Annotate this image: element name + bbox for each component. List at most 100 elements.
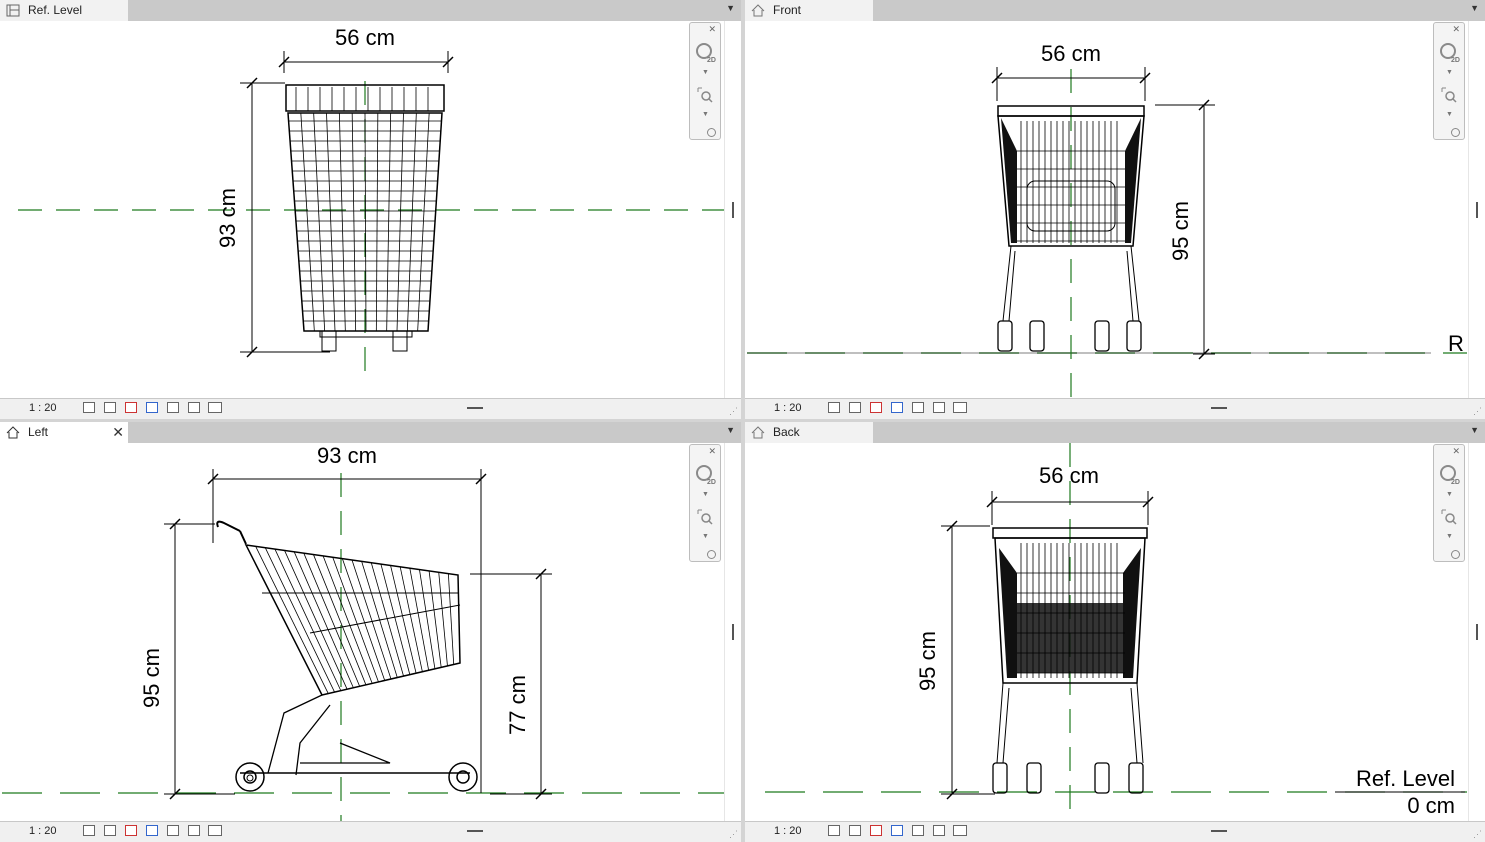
crop-view-icon[interactable] [912, 825, 924, 836]
close-icon[interactable]: ✕ [1452, 446, 1460, 457]
crop-view-icon[interactable] [912, 402, 924, 413]
minimize-icon[interactable] [1451, 128, 1460, 137]
horizontal-scroll-thumb[interactable] [1211, 407, 1227, 409]
close-icon[interactable]: ✕ [708, 24, 716, 35]
2d-badge: 2D [707, 479, 716, 486]
drawing-canvas[interactable]: 56 cm 95 cm R [745, 21, 1485, 399]
dimension-basket-height: 77 cm [505, 675, 530, 735]
chevron-down-icon[interactable]: ▼ [702, 111, 709, 118]
chevron-down-icon[interactable]: ▼ [702, 491, 709, 498]
tab-ref-level[interactable]: Ref. Level [0, 0, 128, 21]
detail-level-icon[interactable] [83, 402, 95, 413]
horizontal-scroll-thumb[interactable] [467, 407, 483, 409]
temporary-hide-icon[interactable] [208, 825, 222, 836]
2d-badge: 2D [707, 57, 716, 64]
minimize-icon[interactable] [1451, 550, 1460, 559]
scroll-thumb[interactable] [732, 624, 734, 640]
close-tab-icon[interactable]: ✕ [112, 422, 124, 443]
elevation-view-icon [6, 426, 20, 439]
detail-level-icon[interactable] [828, 402, 840, 413]
tab-bar: Ref. Level ▼ [0, 0, 741, 22]
tab-menu-icon[interactable]: ▼ [726, 3, 735, 13]
plan-view-icon [6, 4, 20, 17]
tab-label: Front [773, 3, 802, 17]
crop-view-icon[interactable] [167, 402, 179, 413]
resize-grip-icon[interactable]: ⋰ [1473, 406, 1482, 417]
chevron-down-icon[interactable]: ▼ [1446, 111, 1453, 118]
plan-drawing: 56 cm 93 cm [18, 25, 725, 381]
navigation-bar[interactable]: ✕ 2D ▼ ▼ [689, 444, 721, 562]
visual-style-icon[interactable] [849, 825, 861, 836]
chevron-down-icon[interactable]: ▼ [702, 533, 709, 540]
vertical-scrollbar[interactable] [1468, 21, 1485, 399]
drawing-canvas[interactable]: 56 cm 95 cm Ref. Level 0 cm [745, 443, 1485, 822]
show-crop-icon[interactable] [933, 825, 945, 836]
view-scale[interactable]: 1 : 20 [774, 402, 802, 414]
shadows-icon[interactable] [146, 402, 158, 413]
dimension-length: 93 cm [317, 443, 377, 468]
horizontal-scroll-thumb[interactable] [467, 830, 483, 832]
scroll-thumb[interactable] [732, 202, 734, 218]
crop-view-icon[interactable] [167, 825, 179, 836]
chevron-down-icon[interactable]: ▼ [1446, 69, 1453, 76]
tab-left[interactable]: Left ✕ [0, 422, 128, 443]
visual-style-icon[interactable] [849, 402, 861, 413]
detail-level-icon[interactable] [828, 825, 840, 836]
dimension-width: 56 cm [1041, 41, 1101, 66]
show-crop-icon[interactable] [188, 402, 200, 413]
view-control-bar: 1 : 20 ⋰ [745, 821, 1485, 842]
chevron-down-icon[interactable]: ▼ [702, 69, 709, 76]
sun-path-icon[interactable] [125, 825, 137, 836]
drawing-canvas[interactable]: 93 cm 95 cm 77 cm [0, 443, 741, 822]
drawing-canvas[interactable]: 56 cm 93 cm [0, 21, 741, 399]
vertical-scrollbar[interactable] [1468, 443, 1485, 822]
scroll-thumb[interactable] [1476, 624, 1478, 640]
navigation-bar[interactable]: ✕ 2D ▼ ▼ [689, 22, 721, 140]
temporary-hide-icon[interactable] [208, 402, 222, 413]
horizontal-scroll-thumb[interactable] [1211, 830, 1227, 832]
close-icon[interactable]: ✕ [1452, 24, 1460, 35]
tab-menu-icon[interactable]: ▼ [1470, 3, 1479, 13]
temporary-hide-icon[interactable] [953, 825, 967, 836]
temporary-hide-icon[interactable] [953, 402, 967, 413]
detail-level-icon[interactable] [83, 825, 95, 836]
tab-menu-icon[interactable]: ▼ [1470, 425, 1479, 435]
resize-grip-icon[interactable]: ⋰ [729, 406, 738, 417]
tab-menu-icon[interactable]: ▼ [726, 425, 735, 435]
visual-style-icon[interactable] [104, 402, 116, 413]
front-elevation-drawing: 56 cm 95 cm R [747, 41, 1467, 399]
elevation-view-icon [751, 426, 765, 439]
sun-path-icon[interactable] [125, 402, 137, 413]
tab-back[interactable]: Back [745, 422, 873, 443]
scroll-thumb[interactable] [1476, 202, 1478, 218]
visual-style-icon[interactable] [104, 825, 116, 836]
resize-grip-icon[interactable]: ⋰ [729, 829, 738, 840]
resize-grip-icon[interactable]: ⋰ [1473, 829, 1482, 840]
tab-label: Ref. Level [28, 3, 83, 17]
chevron-down-icon[interactable]: ▼ [1446, 533, 1453, 540]
view-scale[interactable]: 1 : 20 [29, 825, 57, 837]
zoom-icon[interactable] [1441, 509, 1457, 525]
shadows-icon[interactable] [146, 825, 158, 836]
vertical-scrollbar[interactable] [724, 443, 741, 822]
shadows-icon[interactable] [891, 825, 903, 836]
view-scale[interactable]: 1 : 20 [29, 402, 57, 414]
vertical-scrollbar[interactable] [724, 21, 741, 399]
sun-path-icon[interactable] [870, 402, 882, 413]
chevron-down-icon[interactable]: ▼ [1446, 491, 1453, 498]
level-label: R [1448, 331, 1464, 356]
show-crop-icon[interactable] [933, 402, 945, 413]
zoom-icon[interactable] [1441, 87, 1457, 103]
navigation-bar[interactable]: ✕ 2D ▼ ▼ [1433, 444, 1465, 562]
zoom-icon[interactable] [697, 509, 713, 525]
sun-path-icon[interactable] [870, 825, 882, 836]
tab-front[interactable]: Front [745, 0, 873, 21]
navigation-bar[interactable]: ✕ 2D ▼ ▼ [1433, 22, 1465, 140]
show-crop-icon[interactable] [188, 825, 200, 836]
minimize-icon[interactable] [707, 550, 716, 559]
shadows-icon[interactable] [891, 402, 903, 413]
zoom-icon[interactable] [697, 87, 713, 103]
view-scale[interactable]: 1 : 20 [774, 825, 802, 837]
close-icon[interactable]: ✕ [708, 446, 716, 457]
minimize-icon[interactable] [707, 128, 716, 137]
